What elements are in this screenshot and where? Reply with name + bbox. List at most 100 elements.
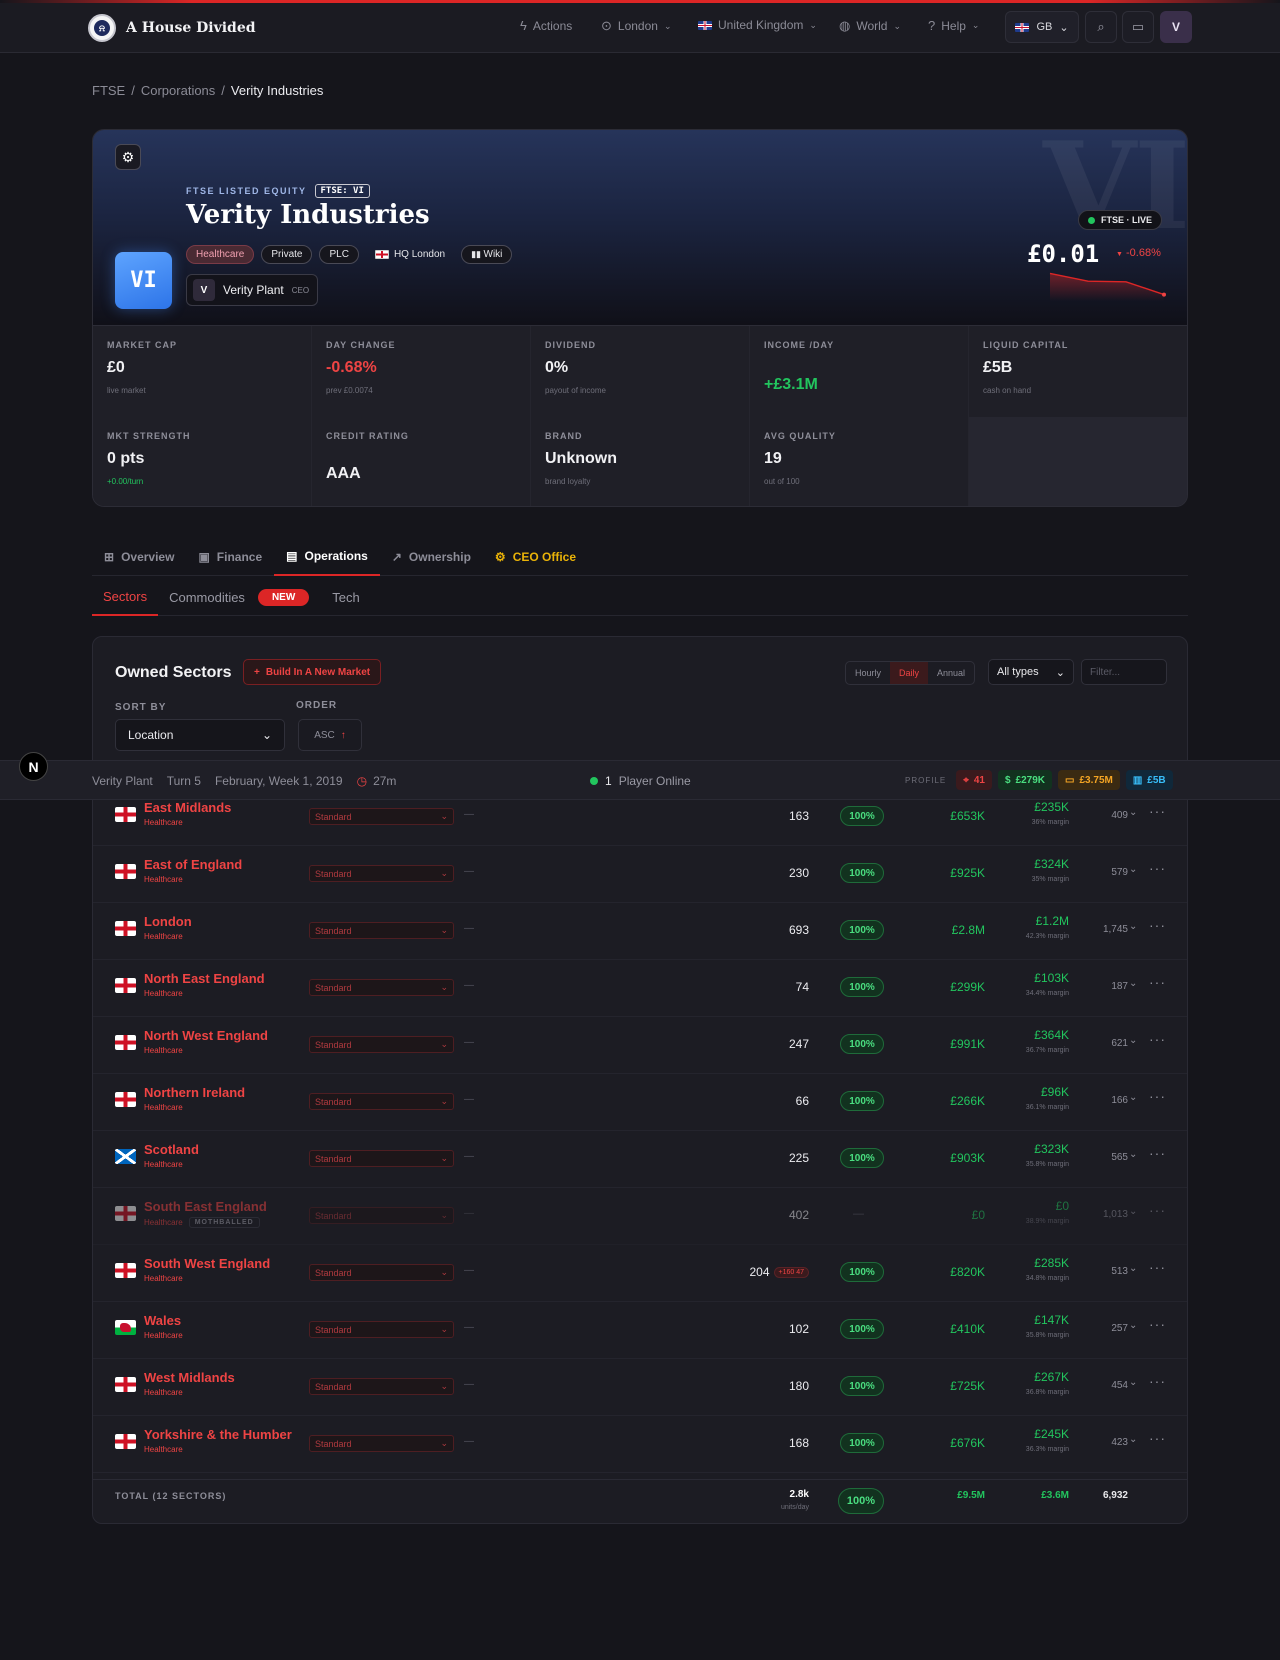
quality-select[interactable]: Standard ⌄ <box>309 1036 454 1053</box>
table-row[interactable]: South East England Healthcare MOTHBALLED St… <box>93 1188 1187 1245</box>
user-avatar-button[interactable]: V <box>1160 11 1192 43</box>
price-change: ▼ -0.68% <box>1116 247 1161 259</box>
table-row[interactable]: Wales Healthcare Standard ⌄ — 102 100% £410K £14… <box>93 1302 1187 1359</box>
profile-points-pill[interactable]: ⌖ 41 <box>956 770 992 790</box>
breadcrumb-root[interactable]: FTSE <box>92 83 125 98</box>
tab-ceo-office[interactable]: ⚙ CEO Office <box>483 538 588 576</box>
sector-location[interactable]: Wales <box>144 1313 181 1328</box>
sector-location[interactable]: South East England <box>144 1199 267 1214</box>
tab-ownership[interactable]: ↗ Ownership <box>380 538 483 576</box>
sort-by-select[interactable]: Location ⌄ <box>115 719 285 751</box>
expand-row-button[interactable]: ⌄ <box>1129 807 1137 818</box>
sector-location[interactable]: East of England <box>144 857 242 872</box>
subtab-sectors[interactable]: Sectors <box>92 579 159 616</box>
ceo-card[interactable]: V Verity Plant CEO <box>186 274 319 306</box>
sector-location[interactable]: Scotland <box>144 1142 199 1157</box>
brand[interactable]: ⍾ A House Divided <box>88 14 256 42</box>
expand-row-button[interactable]: ⌄ <box>1129 1377 1137 1388</box>
build-new-market-button[interactable]: + Build In A New Market <box>243 659 382 685</box>
sector-location[interactable]: West Midlands <box>144 1370 235 1385</box>
row-more-button[interactable]: ··· <box>1149 974 1166 990</box>
sector-location[interactable]: Northern Ireland <box>144 1085 245 1100</box>
sector-location[interactable]: Yorkshire & the Humber <box>144 1427 292 1442</box>
row-more-button[interactable]: ··· <box>1149 1259 1166 1275</box>
expand-row-button[interactable]: ⌄ <box>1129 1320 1137 1331</box>
expand-row-button[interactable]: ⌄ <box>1129 978 1137 989</box>
expand-row-button[interactable]: ⌄ <box>1129 1035 1137 1046</box>
sector-location[interactable]: East Midlands <box>144 800 231 815</box>
expand-row-button[interactable]: ⌄ <box>1129 864 1137 875</box>
filter-input[interactable]: Filter... <box>1081 659 1167 685</box>
dev-overlay-button[interactable]: N <box>19 752 48 781</box>
row-more-button[interactable]: ··· <box>1149 860 1166 876</box>
row-more-button[interactable]: ··· <box>1149 1031 1166 1047</box>
tab-overview[interactable]: ⊞ Overview <box>92 538 186 576</box>
sector-location[interactable]: London <box>144 914 192 929</box>
search-button[interactable]: ⌕ <box>1085 11 1117 43</box>
tab-operations[interactable]: ▤ Operations <box>274 538 380 576</box>
table-row[interactable]: Northern Ireland Healthcare Standard ⌄ — 66 10… <box>93 1074 1187 1131</box>
period-hourly[interactable]: Hourly <box>846 662 890 684</box>
subtab-tech[interactable]: Tech <box>321 579 370 616</box>
sector-chip[interactable]: Healthcare <box>186 245 255 264</box>
expand-row-button[interactable]: ⌄ <box>1129 1263 1137 1274</box>
profile-bank-pill[interactable]: ▥ £5B <box>1125 770 1173 790</box>
quality-select[interactable]: Standard ⌄ <box>309 1150 454 1167</box>
table-row[interactable]: London Healthcare Standard ⌄ — 693 100% £2.8M £1… <box>93 903 1187 960</box>
quality-select[interactable]: Standard ⌄ <box>309 1435 454 1452</box>
expand-row-button[interactable]: ⌄ <box>1129 921 1137 932</box>
quality-select[interactable]: Standard ⌄ <box>309 922 454 939</box>
nav-city[interactable]: ⊙ London ⌄ <box>601 18 672 34</box>
table-row[interactable]: North East England Healthcare Standard ⌄ — 74… <box>93 960 1187 1017</box>
row-more-button[interactable]: ··· <box>1149 1316 1166 1332</box>
quality-select[interactable]: Standard ⌄ <box>309 1321 454 1338</box>
quality-select[interactable]: Standard ⌄ <box>309 1264 454 1281</box>
table-row[interactable]: North West England Healthcare Standard ⌄ — 24… <box>93 1017 1187 1074</box>
profile-income-pill[interactable]: $ £279K <box>998 770 1053 790</box>
wiki-chip[interactable]: ▮▮ Wiki <box>461 245 513 264</box>
row-more-button[interactable]: ··· <box>1149 917 1166 933</box>
expand-row-button[interactable]: ⌄ <box>1129 1092 1137 1103</box>
period-daily[interactable]: Daily <box>890 662 929 684</box>
period-annual[interactable]: Annual <box>928 662 974 684</box>
table-row[interactable]: South West England Healthcare Standard ⌄ — 20… <box>93 1245 1187 1302</box>
quality-select[interactable]: Standard ⌄ <box>309 979 454 996</box>
row-more-button[interactable]: ··· <box>1149 1430 1166 1446</box>
settings-button[interactable]: ⚙ <box>115 144 141 170</box>
expand-row-button[interactable]: ⌄ <box>1129 1206 1137 1217</box>
wallet-button[interactable]: ▭ <box>1122 11 1154 43</box>
sector-location[interactable]: South West England <box>144 1256 270 1271</box>
table-row[interactable]: Scotland Healthcare Standard ⌄ — 225 100% £903K… <box>93 1131 1187 1188</box>
breadcrumb-section[interactable]: Corporations <box>141 83 215 98</box>
row-more-button[interactable]: ··· <box>1149 1088 1166 1104</box>
quality-select[interactable]: Standard ⌄ <box>309 1207 454 1224</box>
nav-country[interactable]: United Kingdom ⌄ <box>698 18 817 32</box>
quality-select[interactable]: Standard ⌄ <box>309 865 454 882</box>
type-filter-select[interactable]: All types ⌄ <box>988 659 1074 685</box>
row-more-button[interactable]: ··· <box>1149 803 1166 819</box>
nav-actions[interactable]: ϟ Actions <box>520 18 572 33</box>
utilisation-badge: 100% <box>840 1262 884 1282</box>
nav-help[interactable]: ? Help ⌄ <box>928 18 979 33</box>
region-selector[interactable]: GB ⌄ <box>1005 11 1079 43</box>
hq-chip[interactable]: HQ London <box>366 246 454 263</box>
quality-select[interactable]: Standard ⌄ <box>309 1093 454 1110</box>
profile-wallet-pill[interactable]: ▭ £3.75M <box>1058 770 1120 790</box>
row-more-button[interactable]: ··· <box>1149 1373 1166 1389</box>
nav-world[interactable]: ◍ World ⌄ <box>839 18 901 34</box>
sector-location[interactable]: North East England <box>144 971 265 986</box>
table-row[interactable]: West Midlands Healthcare Standard ⌄ — 180 100%… <box>93 1359 1187 1416</box>
subtab-commodities[interactable]: Commodities <box>158 579 256 616</box>
expand-row-button[interactable]: ⌄ <box>1129 1149 1137 1160</box>
table-row[interactable]: East of England Healthcare Standard ⌄ — 230 10… <box>93 846 1187 903</box>
order-toggle-button[interactable]: ASC ↑ <box>298 719 362 751</box>
row-more-button[interactable]: ··· <box>1149 1202 1166 1218</box>
stat-avg-quality: AVG QUALITY 19 out of 100 <box>750 417 969 506</box>
quality-select[interactable]: Standard ⌄ <box>309 808 454 825</box>
quality-select[interactable]: Standard ⌄ <box>309 1378 454 1395</box>
sector-location[interactable]: North West England <box>144 1028 268 1043</box>
tab-finance[interactable]: ▣ Finance <box>186 538 274 576</box>
row-more-button[interactable]: ··· <box>1149 1145 1166 1161</box>
table-row[interactable]: Yorkshire & the Humber Healthcare Standard… <box>93 1416 1187 1473</box>
expand-row-button[interactable]: ⌄ <box>1129 1434 1137 1445</box>
